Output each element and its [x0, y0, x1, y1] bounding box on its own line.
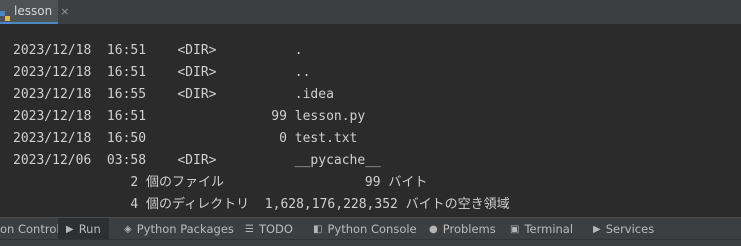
todo-icon: ☰ — [245, 223, 254, 235]
tool-terminal[interactable]: ▣ Terminal — [510, 218, 573, 240]
tool-problems[interactable]: ● Problems — [429, 218, 496, 240]
editor-tab-label: lesson — [14, 4, 53, 18]
terminal-icon: ▣ — [510, 223, 520, 235]
console-line: 2023/12/18 16:51 99 lesson.py — [13, 109, 366, 124]
tool-python-console[interactable]: ◧ Python Console — [313, 218, 417, 240]
tool-version-control[interactable]: on Control — [0, 218, 60, 240]
problems-icon: ● — [429, 223, 438, 235]
python-file-icon — [0, 6, 10, 21]
tool-label: Problems — [442, 222, 496, 236]
tool-window-bar: on Control ▶ Run ◈ Python Packages ☰ TOD… — [0, 217, 741, 240]
tool-python-packages[interactable]: ◈ Python Packages — [124, 218, 234, 240]
tool-label: TODO — [258, 222, 293, 236]
tool-label: Python Console — [327, 222, 417, 236]
packages-icon: ◈ — [124, 223, 132, 235]
run-icon: ▶ — [66, 223, 74, 235]
console-summary-dirs: 4 個のディレクトリ 1,628,176,228,352 バイトの空き領域 — [13, 197, 510, 212]
console-summary-files: 2 個のファイル 99 バイト — [13, 175, 428, 190]
tool-label: Services — [605, 222, 655, 236]
run-console-output[interactable]: 2023/12/18 16:51 <DIR> . 2023/12/18 16:5… — [0, 24, 741, 217]
tool-services[interactable]: ▶ Services — [593, 218, 654, 240]
tool-label: Terminal — [524, 222, 574, 236]
tool-todo[interactable]: ☰ TODO — [245, 218, 293, 240]
tool-run[interactable]: ▶ Run — [58, 218, 109, 240]
tool-label: Python Packages — [136, 222, 234, 236]
console-line: 2023/12/18 16:51 <DIR> . — [13, 43, 303, 58]
editor-tab-bar: lesson × — [0, 0, 741, 25]
console-line: 2023/12/06 03:58 <DIR> __pycache__ — [13, 153, 381, 168]
console-line: 2023/12/18 16:51 <DIR> .. — [13, 65, 311, 80]
console-line: 2023/12/18 16:50 0 test.txt — [13, 131, 358, 146]
editor-tab-lesson[interactable]: lesson × — [0, 0, 69, 24]
python-console-icon: ◧ — [313, 223, 323, 235]
console-line: 2023/12/18 16:55 <DIR> .idea — [13, 87, 334, 102]
tool-label: on Control — [0, 222, 60, 236]
tool-label: Run — [78, 222, 101, 236]
close-icon[interactable]: × — [60, 5, 69, 18]
services-icon: ▶ — [593, 223, 601, 235]
